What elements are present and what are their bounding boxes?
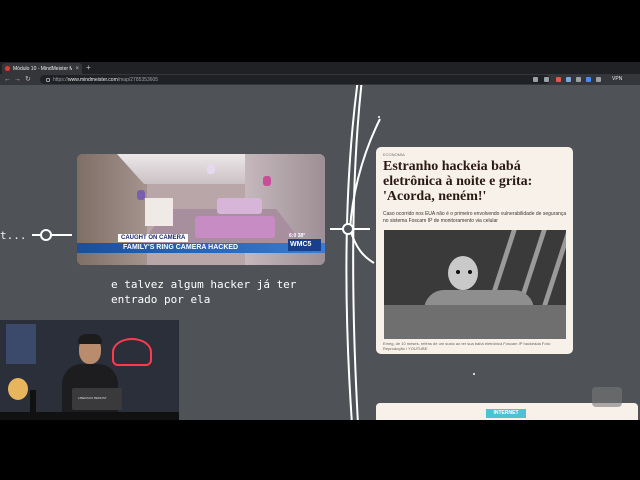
webcam-overlay: LIBERADO BEMOST [0,320,179,420]
close-icon[interactable]: × [75,66,79,72]
caught-on-camera-label: CAUGHT ON CAMERA [118,234,189,242]
camera-icon [592,387,622,407]
share-icon[interactable] [533,77,538,82]
bed [195,216,275,238]
lock-icon [46,77,50,82]
puzzle-icon[interactable] [596,77,601,82]
article-credit: Emeg, de 10 meses, reféns de um susto ao… [383,341,552,351]
url-text: https://www.mindmeister.com/map/27853536… [53,76,159,83]
station-logo: WMC5 [288,239,321,251]
tab-title: Módulo 10 - MindMeister Mind [13,65,73,72]
article-section: ECONOMIA [383,152,405,157]
bookmark-icon[interactable] [544,77,549,82]
back-icon[interactable]: ← [4,75,11,84]
article-title: Estranho hackeia babá eletrônica à noite… [383,159,533,204]
forward-icon[interactable]: → [14,75,21,84]
shelf [6,324,36,364]
article-lede: Caso ocorrido nos EUA não é o primeiro e… [383,211,567,224]
vpn-button[interactable]: VPN [612,75,622,84]
extension-icon[interactable] [566,77,571,82]
dot [473,373,475,375]
category-chip: INTERNET [486,409,526,418]
browser-toolbar: ← → ↻ https://www.mindmeister.com/map/27… [0,74,640,85]
bed [217,198,262,214]
article-node[interactable]: ECONOMIA Estranho hackeia babá eletrônic… [376,147,573,354]
desk [0,412,179,420]
dot [378,116,380,118]
address-bar[interactable]: https://www.mindmeister.com/map/27853536… [40,75,550,84]
reload-icon[interactable]: ↻ [25,75,31,84]
laptop-sticker: LIBERADO BEMOST [78,396,107,400]
extension-icon[interactable] [556,77,561,82]
article-image [384,230,566,339]
extension-icon[interactable] [586,77,591,82]
node-caption[interactable]: e talvez algum hacker já ter entrado por… [111,277,341,307]
node-fragment[interactable]: t... [0,229,27,242]
new-tab-button[interactable]: + [86,63,91,73]
dresser [145,198,173,226]
laptop: LIBERADO BEMOST [72,388,122,410]
news-video-node[interactable]: CAUGHT ON CAMERA FAMILY'S RING CAMERA HA… [77,154,325,265]
connector-line [32,234,72,236]
mindmeister-favicon-icon [5,66,10,71]
tab-bar: Módulo 10 - MindMeister Mind × + [0,62,640,74]
neon-hat-sign [112,338,152,366]
lamp [8,378,28,400]
node-connector-icon[interactable] [40,229,52,241]
browser-tab[interactable]: Módulo 10 - MindMeister Mind × [2,63,82,74]
extension-icon[interactable] [576,77,581,82]
